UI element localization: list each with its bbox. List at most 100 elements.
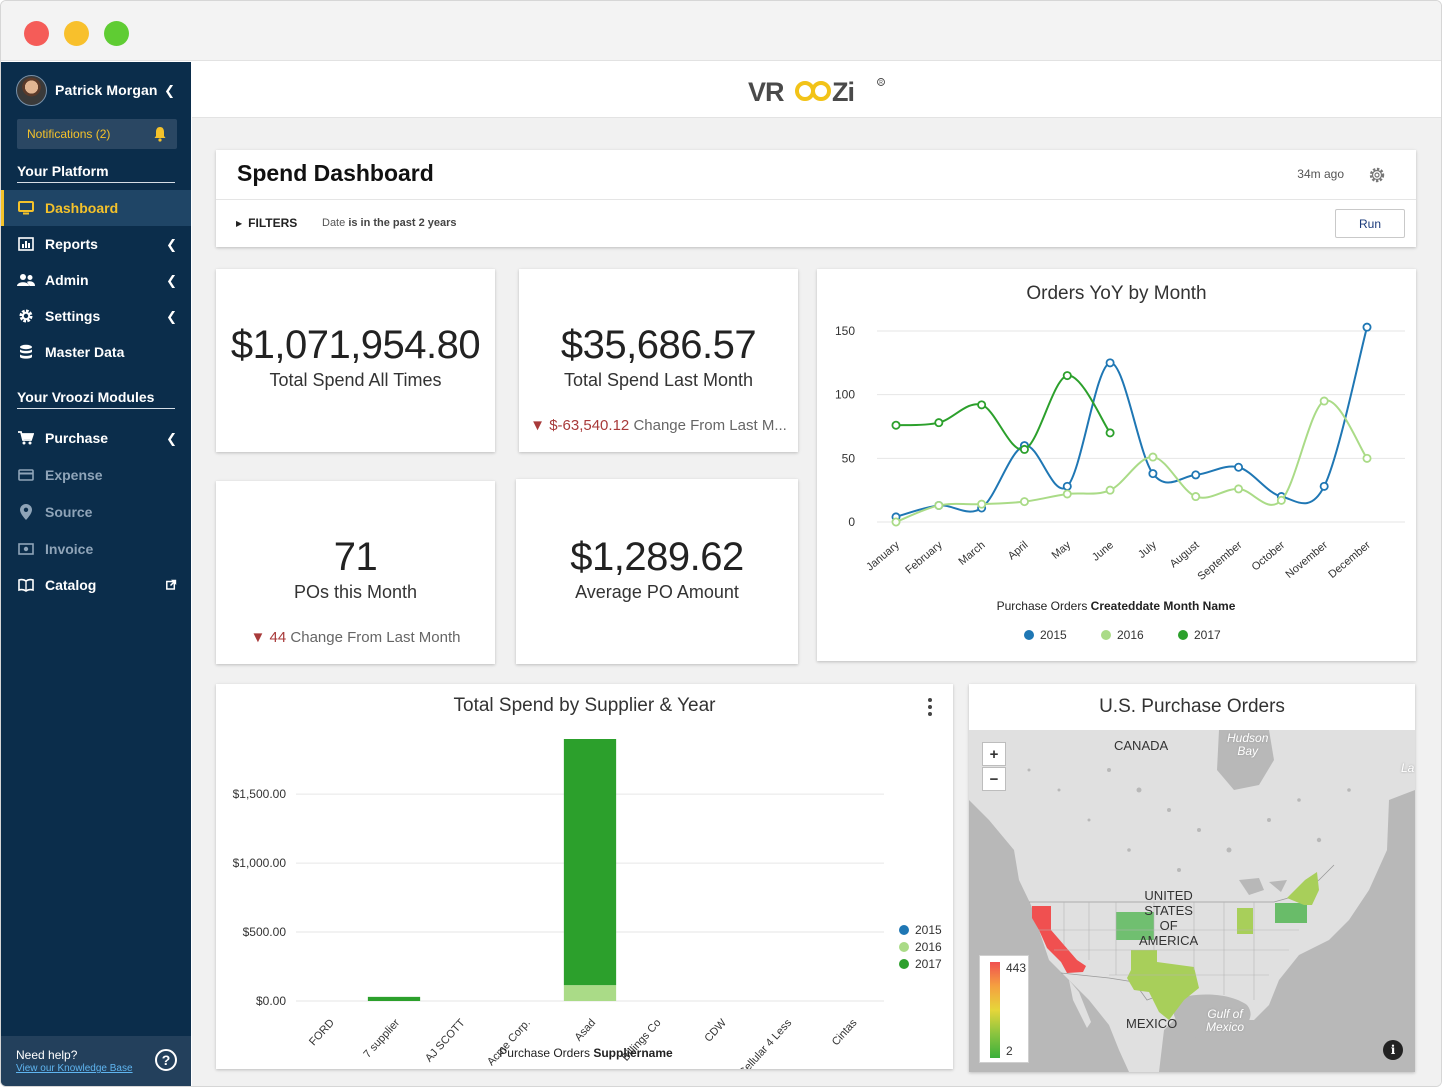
- data-point-2016: [1019, 497, 1029, 507]
- data-point-2016: [1276, 495, 1286, 505]
- main-content: VR Zi R Spend Dashboard 34m ago ▶ FILTERS…: [192, 62, 1441, 1086]
- change-value: 44: [269, 629, 287, 646]
- filter-description[interactable]: Date is in the past 2 years: [322, 217, 457, 229]
- monitor-icon: [17, 200, 35, 216]
- run-button[interactable]: Run: [1335, 209, 1405, 238]
- legend-gradient: [990, 962, 1000, 1058]
- data-point-2015: [1191, 470, 1201, 480]
- kpi-value: 71: [333, 535, 378, 579]
- close-window-button[interactable]: [24, 21, 49, 46]
- legend-marker-2015: [1024, 630, 1034, 640]
- logo-text: VR: [748, 77, 784, 107]
- sidebar-item-purchase[interactable]: Purchase ❮: [1, 420, 191, 456]
- chart-title: U.S. Purchase Orders: [1099, 696, 1285, 717]
- x-tick-label: September: [1196, 539, 1245, 583]
- orders-line-chart-card: Orders YoY by Month 0 50 100 150 January Febr…: [817, 269, 1416, 661]
- user-profile[interactable]: Patrick Morgan ❮: [16, 74, 181, 106]
- data-point-2015: [1319, 481, 1329, 491]
- notifications-button[interactable]: Notifications (2): [17, 119, 177, 149]
- legend-marker-2017: [899, 959, 909, 969]
- x-tick-label: FORD: [307, 1017, 337, 1048]
- y-tick-label: $1,500.00: [233, 787, 287, 801]
- kpi-change: ▼ $-63,540.12 Change From Last M...: [519, 417, 798, 434]
- kpi-label: Average PO Amount: [575, 582, 739, 602]
- sidebar-item-dashboard[interactable]: Dashboard: [1, 190, 191, 226]
- map-label-usa: UNITED STATES OF AMERICA: [1139, 888, 1199, 948]
- y-tick-label: 100: [835, 388, 855, 402]
- zoom-in-button[interactable]: +: [982, 742, 1006, 766]
- down-triangle-icon: ▼: [530, 417, 546, 434]
- legend-label: 2017: [915, 957, 942, 971]
- sidebar-item-admin[interactable]: Admin ❮: [1, 262, 191, 298]
- bell-icon: [154, 127, 166, 142]
- legend-marker-2016: [899, 942, 909, 952]
- x-tick-label: May: [1050, 539, 1074, 562]
- kpi-pos-month: 71 POs this Month ▼ 44 Change From Last …: [216, 481, 495, 664]
- info-icon[interactable]: i: [1383, 1040, 1403, 1060]
- data-point-2017: [934, 418, 944, 428]
- divider: [216, 199, 1416, 200]
- sidebar: Patrick Morgan ❮ Notifications (2) Your …: [1, 62, 191, 1086]
- data-point-2017: [891, 420, 901, 430]
- us-map-card: U.S. Purchase Orders CANADA UNITED STATE…: [969, 684, 1415, 1072]
- orders-line-chart[interactable]: 0 50 100 150 January February March April May Jun…: [817, 269, 1416, 661]
- sidebar-item-label: Invoice: [45, 541, 94, 557]
- invoice-icon: [17, 541, 35, 557]
- x-tick-label: Asad: [573, 1017, 599, 1044]
- sidebar-item-label: Catalog: [45, 577, 97, 593]
- database-icon: [17, 344, 35, 360]
- filters-label: FILTERS: [248, 216, 298, 230]
- y-tick-label: $0.00: [256, 994, 286, 1008]
- sidebar-item-settings[interactable]: Settings ❮: [1, 298, 191, 334]
- sidebar-item-master-data[interactable]: Master Data: [1, 334, 191, 370]
- bar-2017: [563, 739, 617, 986]
- map-legend: 443 2: [979, 955, 1029, 1063]
- caret-right-icon: ▶: [236, 219, 243, 228]
- help-panel: Need help? View our Knowledge Base ?: [1, 1036, 191, 1086]
- maximize-window-button[interactable]: [104, 21, 129, 46]
- sidebar-item-invoice[interactable]: Invoice: [1, 531, 191, 567]
- x-tick-label: April: [1006, 539, 1031, 562]
- kpi-last-month: $35,686.57 Total Spend Last Month ▼ $-63…: [519, 269, 798, 452]
- x-axis-label: Purchase Orders Createddate Month Name: [997, 599, 1236, 613]
- sidebar-item-reports[interactable]: Reports ❮: [1, 226, 191, 262]
- x-tick-label: AJ SCOTT: [423, 1017, 468, 1065]
- legend-label: 2016: [915, 940, 942, 954]
- kpi-average-po: $1,289.62 Average PO Amount: [516, 479, 798, 664]
- y-tick-label: $1,000.00: [233, 856, 287, 870]
- data-point-2015: [1234, 462, 1244, 472]
- sidebar-item-label: Expense: [45, 467, 103, 483]
- knowledge-base-link[interactable]: View our Knowledge Base: [16, 1063, 133, 1074]
- chevron-left-icon[interactable]: ❮: [164, 83, 175, 99]
- user-name: Patrick Morgan: [55, 82, 158, 98]
- kpi-value: $1,071,954.80: [230, 323, 481, 367]
- us-map[interactable]: CANADA UNITED STATES OF AMERICA MEXICO H…: [969, 730, 1415, 1072]
- sidebar-item-catalog[interactable]: Catalog: [1, 567, 191, 603]
- kpi-value: $1,289.62: [570, 535, 744, 579]
- y-tick-label: 150: [835, 324, 855, 338]
- sidebar-item-source[interactable]: Source: [1, 494, 191, 530]
- question-icon[interactable]: ?: [155, 1049, 177, 1071]
- data-point-2016: [977, 499, 987, 509]
- x-tick-label: October: [1250, 539, 1288, 574]
- x-tick-label: February: [903, 539, 945, 577]
- x-tick-label: Acme Corp.: [485, 1017, 533, 1068]
- spend-bar-chart-card: Total Spend by Supplier & Year $0.00 $500…: [216, 684, 953, 1069]
- filters-toggle[interactable]: ▶ FILTERS: [236, 216, 297, 230]
- x-axis-label-bold: Createddate Month Name: [1091, 599, 1236, 613]
- spend-bar-chart[interactable]: $0.00 $500.00 $1,000.00 $1,500.00 FORD 7 supp…: [216, 684, 953, 1069]
- change-value: $-63,540.12: [549, 417, 630, 434]
- map-pin-icon: [17, 504, 35, 520]
- data-point-2016: [1148, 452, 1158, 462]
- minimize-window-button[interactable]: [64, 21, 89, 46]
- x-tick-label: December: [1326, 539, 1373, 581]
- gear-icon[interactable]: [1368, 166, 1386, 184]
- map-label-lab: La: [1401, 761, 1415, 775]
- map-label-hudson-bay: Hudson Bay: [1227, 731, 1269, 758]
- legend-min: 2: [1006, 1044, 1013, 1058]
- sidebar-item-expense[interactable]: Expense: [1, 457, 191, 493]
- legend-marker-2016: [1101, 630, 1111, 640]
- state-pennsylvania[interactable]: [1275, 903, 1307, 923]
- dashboard-header: Spend Dashboard 34m ago ▶ FILTERS Date is…: [216, 150, 1416, 247]
- zoom-out-button[interactable]: −: [982, 767, 1006, 791]
